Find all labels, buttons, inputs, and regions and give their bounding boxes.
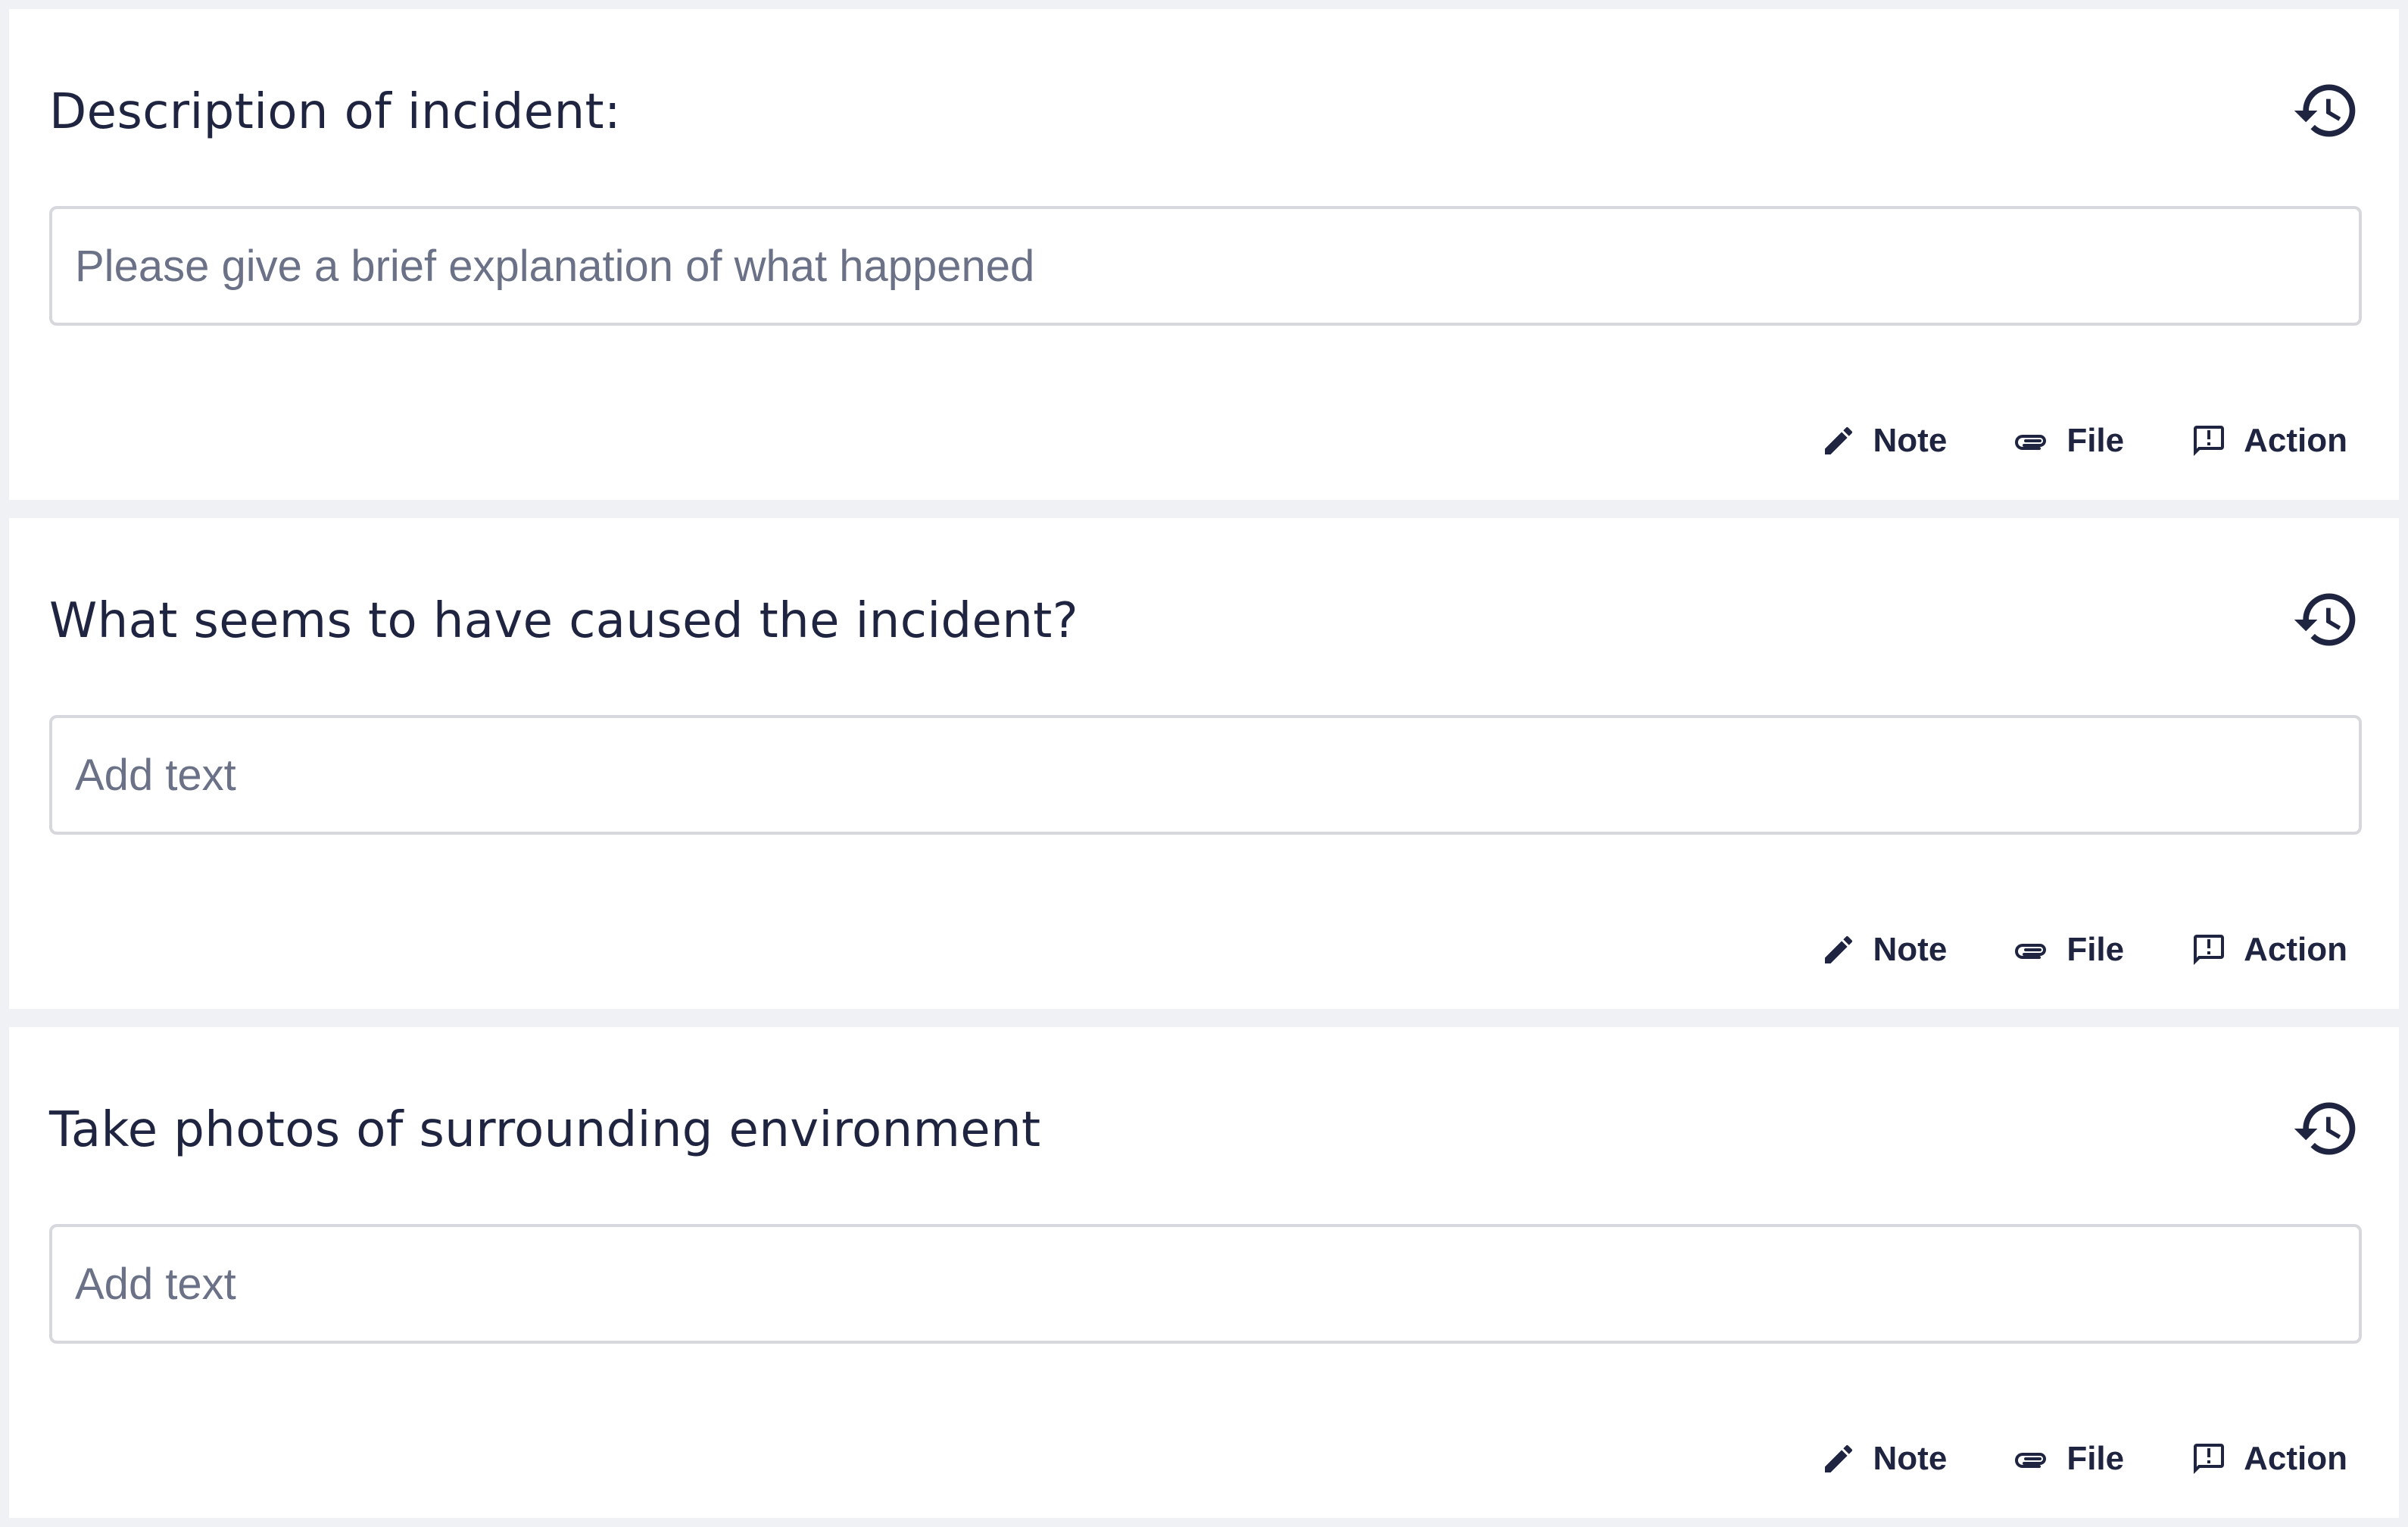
history-icon bbox=[2291, 1094, 2361, 1163]
pencil-icon bbox=[1820, 932, 1857, 968]
history-icon bbox=[2291, 76, 2361, 145]
action-button[interactable]: Action bbox=[2191, 920, 2347, 980]
report-icon bbox=[2191, 423, 2227, 459]
file-button[interactable]: File bbox=[2013, 411, 2124, 471]
history-button[interactable] bbox=[2291, 76, 2361, 145]
history-button[interactable] bbox=[2291, 1094, 2361, 1163]
action-button-label: Action bbox=[2244, 1440, 2347, 1477]
inspection-form: Description of incident: Note File bbox=[0, 0, 2408, 1527]
history-icon bbox=[2291, 585, 2361, 654]
file-button[interactable]: File bbox=[2013, 920, 2124, 980]
question-card: Description of incident: Note File bbox=[9, 9, 2399, 500]
note-button[interactable]: Note bbox=[1820, 1429, 1948, 1489]
note-button-label: Note bbox=[1873, 1440, 1948, 1477]
action-button[interactable]: Action bbox=[2191, 411, 2347, 471]
file-button-label: File bbox=[2066, 931, 2125, 968]
report-icon bbox=[2191, 932, 2227, 968]
pencil-icon bbox=[1820, 1441, 1857, 1477]
pencil-icon bbox=[1820, 423, 1857, 459]
question-title: What seems to have caused the incident? bbox=[49, 593, 1079, 649]
action-button[interactable]: Action bbox=[2191, 1429, 2347, 1489]
note-button[interactable]: Note bbox=[1820, 411, 1948, 471]
report-icon bbox=[2191, 1441, 2227, 1477]
action-button-label: Action bbox=[2244, 422, 2347, 459]
paperclip-icon bbox=[2013, 423, 2050, 459]
question-card: Take photos of surrounding environment N… bbox=[9, 1027, 2399, 1518]
history-button[interactable] bbox=[2291, 585, 2361, 654]
note-button[interactable]: Note bbox=[1820, 920, 1948, 980]
file-button-label: File bbox=[2066, 1440, 2125, 1477]
question-card: What seems to have caused the incident? … bbox=[9, 518, 2399, 1009]
question-title: Take photos of surrounding environment bbox=[49, 1102, 1041, 1158]
question-title: Description of incident: bbox=[49, 84, 622, 140]
action-button-label: Action bbox=[2244, 931, 2347, 968]
card-actions: Note File Action bbox=[1820, 1429, 2347, 1489]
file-button[interactable]: File bbox=[2013, 1429, 2124, 1489]
answer-text-field[interactable] bbox=[49, 1224, 2362, 1344]
answer-text-field[interactable] bbox=[49, 206, 2362, 326]
card-actions: Note File Action bbox=[1820, 920, 2347, 980]
card-actions: Note File Action bbox=[1820, 411, 2347, 471]
paperclip-icon bbox=[2013, 932, 2050, 968]
file-button-label: File bbox=[2066, 422, 2125, 459]
note-button-label: Note bbox=[1873, 422, 1948, 459]
note-button-label: Note bbox=[1873, 931, 1948, 968]
paperclip-icon bbox=[2013, 1441, 2050, 1477]
answer-text-field[interactable] bbox=[49, 715, 2362, 835]
